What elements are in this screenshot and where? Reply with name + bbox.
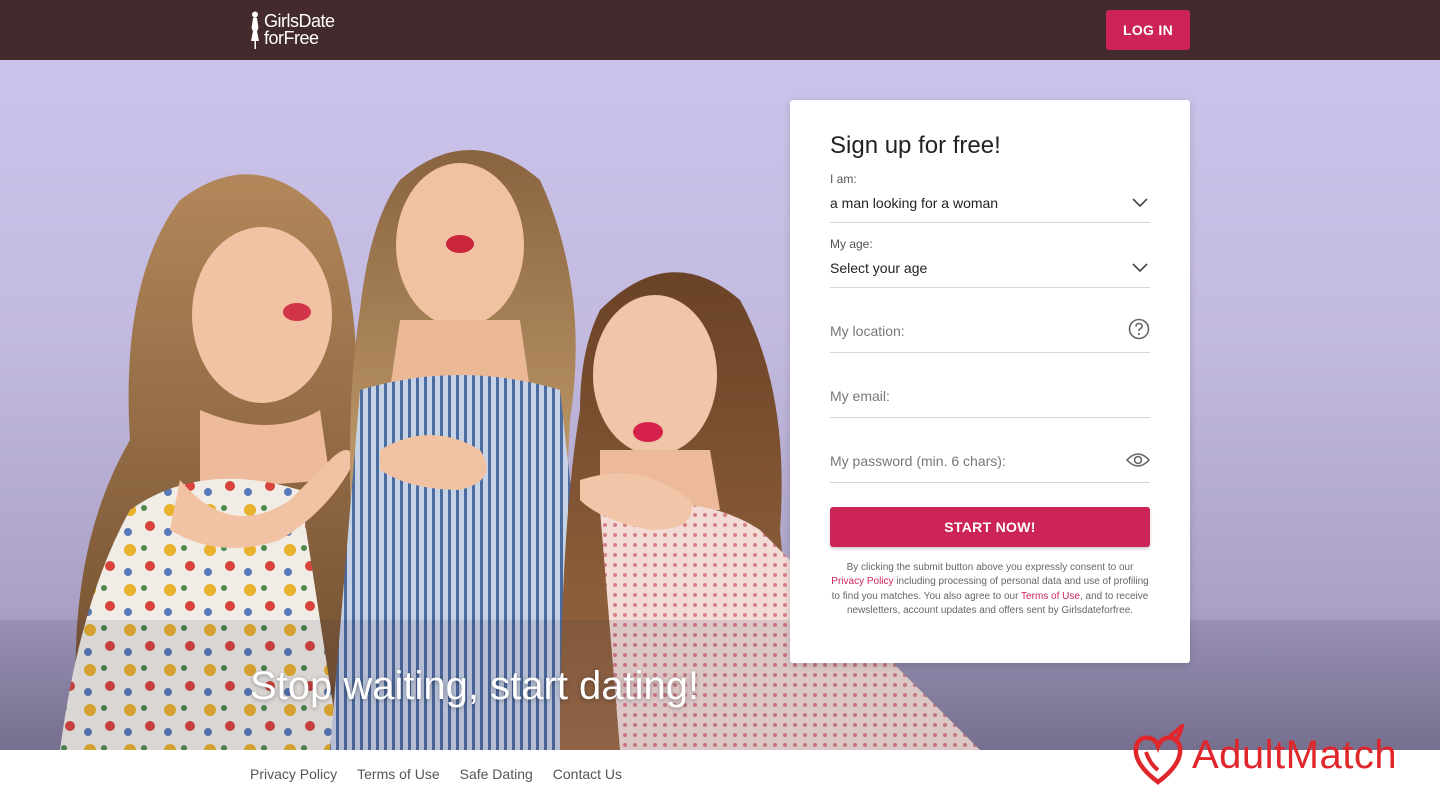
chevron-down-icon [1132,263,1148,273]
iam-value: a man looking for a woman [830,195,999,211]
footer-link-safe-dating[interactable]: Safe Dating [460,766,533,782]
password-input[interactable]: My password (min. 6 chars): [830,442,1150,483]
eye-icon[interactable] [1126,452,1150,468]
age-value: Select your age [830,260,928,276]
site-header: GirlsDate forFree LOG IN [0,0,1440,60]
hero-section: Stop waiting, start dating! [0,60,1440,750]
site-logo[interactable]: GirlsDate forFree [249,10,335,50]
terms-of-use-link[interactable]: Terms of Use [1021,591,1080,602]
consent-text: By clicking the submit button above you … [830,561,1150,619]
iam-select[interactable]: I am: a man looking for a woman [830,172,1150,223]
watermark-text: AdultMatch [1192,732,1398,777]
hero-headline: Stop waiting, start dating! [250,664,700,708]
location-input[interactable]: My location: [830,312,1150,353]
consent-part1: By clicking the submit button above you … [846,562,1134,573]
question-circle-icon[interactable] [1128,318,1150,340]
logo-line2: forFree [264,28,319,48]
footer-link-privacy[interactable]: Privacy Policy [250,766,337,782]
privacy-policy-link[interactable]: Privacy Policy [831,576,893,587]
adultmatch-watermark: AdultMatch [1130,724,1397,786]
iam-label: I am: [830,172,857,186]
email-placeholder: My email: [830,388,890,404]
footer-nav: Privacy Policy Terms of Use Safe Dating … [250,766,622,782]
footer-link-contact[interactable]: Contact Us [553,766,622,782]
signup-card: Sign up for free! I am: a man looking fo… [790,100,1190,663]
age-label: My age: [830,237,873,251]
password-placeholder: My password (min. 6 chars): [830,453,1006,469]
hero-photo [0,150,1440,750]
location-placeholder: My location: [830,323,905,339]
logo-wordmark: GirlsDate forFree [264,12,335,48]
age-select[interactable]: My age: Select your age [830,237,1150,288]
start-now-button[interactable]: START NOW! [830,507,1150,547]
footer-link-terms[interactable]: Terms of Use [357,766,439,782]
chevron-down-icon [1132,198,1148,208]
devil-heart-icon [1133,724,1185,785]
woman-silhouette-icon [251,11,259,49]
login-button[interactable]: LOG IN [1106,10,1190,50]
email-input[interactable]: My email: [830,377,1150,418]
signup-title: Sign up for free! [830,132,1001,159]
